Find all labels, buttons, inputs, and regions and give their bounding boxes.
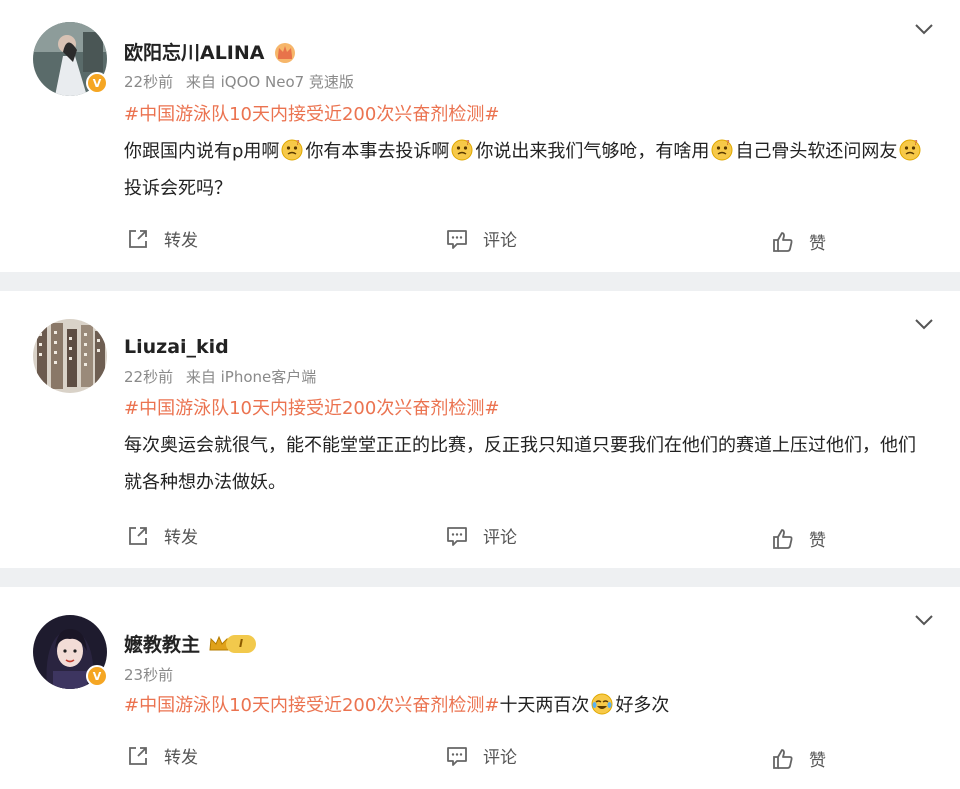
post-text: 好多次 (615, 695, 670, 716)
post-card: V 嬷教教主 I 23秒前 #中国游泳队10天内接受近200次兴奋剂检测#十天两… (0, 587, 960, 789)
like-button[interactable]: 赞 (771, 526, 826, 551)
post-meta: 23秒前 (124, 664, 173, 685)
like-label: 赞 (809, 531, 826, 551)
chevron-down-icon[interactable] (914, 613, 934, 627)
level-number: I (226, 634, 257, 653)
post-text: 自己骨头软还问网友 (735, 141, 898, 162)
like-label: 赞 (809, 234, 826, 254)
username[interactable]: 嬷教教主 I (124, 630, 257, 657)
username[interactable]: 欧阳忘川ALINA (124, 38, 297, 65)
topic-link[interactable]: #中国游泳队10天内接受近200次兴奋剂检测# (124, 398, 499, 419)
action-bar: 转发 评论 赞 (0, 523, 960, 553)
comment-icon (447, 229, 467, 249)
post-meta: 22秒前 来自 iQOO Neo7 竞速版 (124, 71, 354, 92)
chevron-down-icon[interactable] (914, 317, 934, 331)
thumbs-up-icon (773, 748, 793, 769)
thumbs-up-icon (773, 528, 793, 549)
post-source: 来自 iQOO Neo7 竞速版 (185, 73, 354, 91)
comment-icon (447, 526, 467, 546)
verified-badge: V (86, 665, 108, 687)
username-text[interactable]: 欧阳忘川ALINA (124, 38, 265, 65)
post-body: #中国游泳队10天内接受近200次兴奋剂检测# 你跟国内说有p用啊? 你有本事去投… (124, 96, 924, 207)
avatar-image (33, 319, 107, 393)
post-time[interactable]: 23秒前 (124, 666, 173, 684)
post-card: V 欧阳忘川ALINA 22秒前 来自 iQOO Neo7 竞速版 #中国游泳队… (0, 0, 960, 272)
post-time[interactable]: 22秒前 (124, 73, 173, 91)
username-text[interactable]: 嬷教教主 (124, 630, 200, 657)
weibo-feed: V 欧阳忘川ALINA 22秒前 来自 iQOO Neo7 竞速版 #中国游泳队… (0, 0, 960, 789)
post-time[interactable]: 22秒前 (124, 368, 173, 386)
comment-icon (447, 746, 467, 766)
post-meta: 22秒前 来自 iPhone客户端 (124, 366, 316, 387)
verified-badge: V (86, 72, 108, 94)
username-text[interactable]: Liuzai_kid (124, 336, 229, 358)
thinking-face-emoji-icon: ? (451, 139, 473, 161)
vip-level-badge: I (208, 634, 257, 654)
post-text: 投诉会死吗？ (124, 178, 232, 199)
comment-label: 评论 (483, 748, 517, 768)
forward-label: 转发 (164, 748, 198, 768)
post-text: 你跟国内说有p用啊 (124, 141, 280, 162)
svg-text:?: ? (466, 139, 470, 147)
username[interactable]: Liuzai_kid (124, 336, 229, 358)
forward-icon (129, 746, 147, 765)
forward-button[interactable]: 转发 (126, 226, 198, 251)
crown-badge-icon (274, 42, 295, 63)
comment-button[interactable]: 评论 (445, 743, 517, 768)
post-body: #中国游泳队10天内接受近200次兴奋剂检测#十天两百次 好多次 (124, 687, 924, 724)
svg-text:?: ? (726, 139, 730, 147)
comment-label: 评论 (483, 231, 517, 251)
like-label: 赞 (809, 751, 826, 771)
like-button[interactable]: 赞 (771, 229, 826, 254)
post-text: 每次奥运会就很气，能不能堂堂正正的比赛，反正我只知道只要我们在他们的赛道上压过他… (124, 435, 916, 493)
comment-label: 评论 (483, 528, 517, 548)
thumbs-up-icon (773, 231, 793, 252)
avatar[interactable]: V (33, 615, 108, 689)
thinking-face-emoji-icon: ? (711, 139, 733, 161)
chevron-down-icon[interactable] (914, 22, 934, 36)
forward-icon (129, 229, 147, 248)
forward-icon (129, 526, 147, 545)
topic-link[interactable]: #中国游泳队10天内接受近200次兴奋剂检测# (124, 695, 499, 716)
forward-label: 转发 (164, 231, 198, 251)
post-card: Liuzai_kid 22秒前 来自 iPhone客户端 #中国游泳队10天内接… (0, 291, 960, 568)
svg-text:?: ? (914, 139, 918, 147)
comment-button[interactable]: 评论 (445, 226, 517, 251)
action-bar: 转发 评论 赞 (0, 743, 960, 773)
forward-button[interactable]: 转发 (126, 523, 198, 548)
like-button[interactable]: 赞 (771, 746, 826, 771)
svg-text:?: ? (296, 139, 300, 147)
thinking-face-emoji-icon: ? (899, 139, 921, 161)
post-text: 你有本事去投诉啊 (305, 141, 450, 162)
topic-link[interactable]: #中国游泳队10天内接受近200次兴奋剂检测# (124, 104, 499, 125)
forward-button[interactable]: 转发 (126, 743, 198, 768)
avatar[interactable]: V (33, 22, 108, 96)
forward-label: 转发 (164, 528, 198, 548)
action-bar: 转发 评论 赞 (0, 226, 960, 256)
crying-laughing-emoji-icon (591, 693, 613, 715)
post-source: 来自 iPhone客户端 (185, 368, 317, 386)
post-body: #中国游泳队10天内接受近200次兴奋剂检测# 每次奥运会就很气，能不能堂堂正正… (124, 390, 924, 501)
post-text: 你说出来我们气够呛，有啥用 (475, 141, 710, 162)
thinking-face-emoji-icon: ? (281, 139, 303, 161)
avatar[interactable] (33, 319, 107, 393)
comment-button[interactable]: 评论 (445, 523, 517, 548)
post-text: 十天两百次 (499, 695, 590, 716)
